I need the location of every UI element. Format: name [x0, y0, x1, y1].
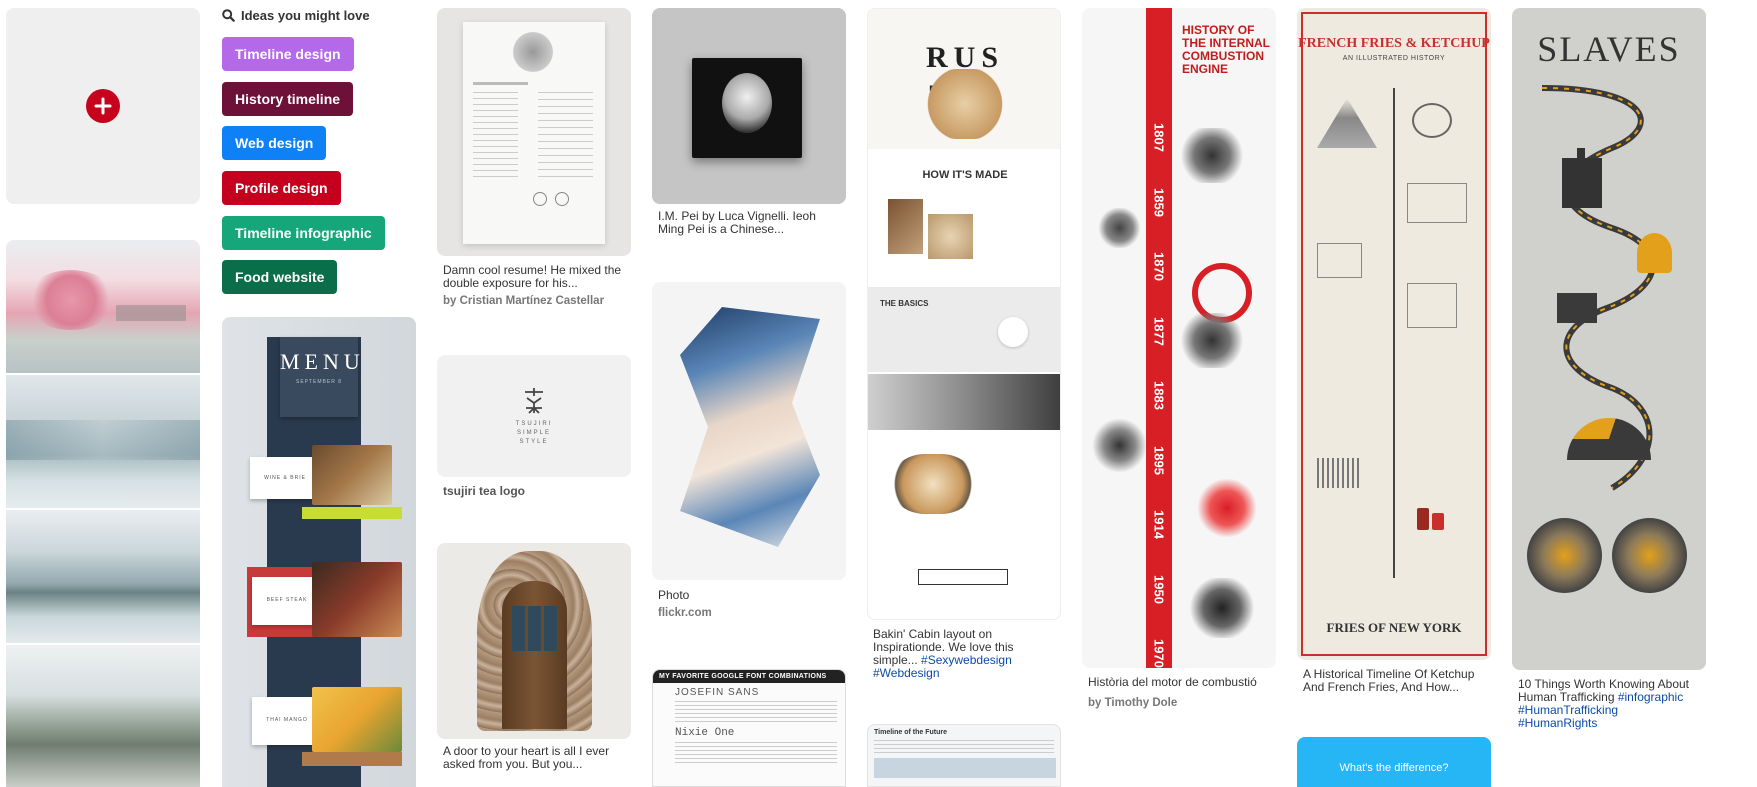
door-pin-title[interactable]: A door to your heart is all I ever asked…: [443, 745, 623, 771]
chip-web-design[interactable]: Web design: [222, 126, 327, 160]
engine-year: 1877: [1151, 316, 1167, 346]
photo-pin-title[interactable]: Photo: [658, 589, 689, 602]
add-pin-card[interactable]: [6, 8, 200, 204]
trafficking-pin-title[interactable]: 10 Things Worth Knowing About Human Traf…: [1518, 678, 1700, 730]
engine-year: 1859: [1151, 187, 1167, 217]
chip-history-timeline[interactable]: History timeline: [222, 82, 354, 116]
engine-heading: HISTORY OF THE INTERNAL COMBUSTION ENGIN…: [1182, 23, 1270, 76]
impei-pin-title[interactable]: I.M. Pei by Luca Vignelli. Ieoh Ming Pei…: [658, 210, 838, 236]
engine-year: 1807: [1151, 123, 1167, 152]
search-icon: [222, 9, 235, 22]
resume-pin-source[interactable]: by Cristian Martínez Castellar: [443, 295, 604, 307]
human-trafficking-pin[interactable]: SLAVES: [1512, 8, 1706, 670]
fonts-header: MY FAVORITE GOOGLE FONT COMBINATIONS: [653, 670, 845, 683]
tea-logo-icon: [525, 387, 543, 414]
engine-year: 1950: [1151, 574, 1167, 604]
chip-timeline-infographic[interactable]: Timeline infographic: [222, 216, 385, 250]
slaves-heading: SLAVES: [1537, 29, 1681, 69]
engine-years: 1807 1859 1870 1877 1883 1895 1914 1950 …: [1146, 123, 1172, 668]
bakin-cabin-title[interactable]: Bakin' Cabin layout on Inspirationde. We…: [873, 628, 1055, 680]
ketchup-fries-pin[interactable]: FRENCH FRIES & KETCHUP AN ILLUSTRATED HI…: [1297, 8, 1491, 660]
bakin-section-2: THE BASICS: [880, 299, 929, 308]
pin-grid: Ideas you might love Timeline design His…: [0, 0, 1757, 787]
photo-pin[interactable]: [652, 282, 846, 580]
menu-item-wine: WINE & BRIE: [264, 475, 306, 481]
fonts-item-1: JOSEFIN SANS: [675, 687, 760, 698]
ideas-label: Ideas you might love: [241, 8, 370, 23]
plus-icon[interactable]: [86, 89, 120, 123]
ketchup-heading: FRENCH FRIES & KETCHUP: [1298, 36, 1490, 51]
font-combinations-pin[interactable]: MY FAVORITE GOOGLE FONT COMBINATIONS JOS…: [652, 669, 846, 787]
menu-subtitle: SEPTEMBER 8: [295, 379, 342, 385]
photo-pin-source[interactable]: flickr.com: [658, 607, 712, 619]
menu-title: MENU: [280, 349, 365, 374]
resume-pin[interactable]: [437, 8, 631, 256]
ideas-heading: Ideas you might love: [222, 8, 370, 23]
chip-timeline-design[interactable]: Timeline design: [222, 37, 354, 71]
ketchup-footer: FRIES OF NEW YORK: [1326, 620, 1462, 635]
difference-pin[interactable]: What's the difference?: [1297, 737, 1491, 787]
menu-pin[interactable]: MENU SEPTEMBER 8 WINE & BRIE BEEF STEAK …: [222, 317, 416, 787]
fonts-item-2: Nixie One: [675, 727, 735, 739]
engine-year: 1870: [1151, 252, 1167, 281]
tsujiri-logo-text: TSUJIRI SIMPLE STYLE: [515, 420, 553, 445]
ketchup-subheading: AN ILLUSTRATED HISTORY: [1342, 55, 1446, 62]
engine-year: 1895: [1151, 445, 1167, 475]
engine-year: 1883: [1151, 381, 1167, 410]
engine-pin-source[interactable]: by Timothy Dole: [1088, 697, 1177, 709]
engine-pin-title[interactable]: Història del motor de combustió: [1088, 676, 1270, 689]
engine-year: 1914: [1151, 510, 1167, 539]
timeline-future-pin[interactable]: Timeline of the Future: [867, 724, 1061, 787]
bakin-cabin-pin[interactable]: RUS TIC HOW IT'S MADE THE BASICS: [867, 8, 1061, 620]
tsujiri-pin[interactable]: TSUJIRI SIMPLE STYLE: [437, 355, 631, 477]
impei-pin[interactable]: [652, 8, 846, 204]
timeline-future-title: Timeline of the Future: [874, 729, 947, 736]
chip-food-website[interactable]: Food website: [222, 260, 338, 294]
chip-profile-design[interactable]: Profile design: [222, 171, 341, 205]
ketchup-pin-title[interactable]: A Historical Timeline Of Ketchup And Fre…: [1303, 668, 1485, 694]
tsujiri-pin-title[interactable]: tsujiri tea logo: [443, 485, 525, 498]
door-pin[interactable]: [437, 543, 631, 739]
resume-pin-title[interactable]: Damn cool resume! He mixed the double ex…: [443, 264, 623, 290]
engine-year: 1970: [1151, 639, 1167, 668]
engine-history-pin[interactable]: HISTORY OF THE INTERNAL COMBUSTION ENGIN…: [1082, 8, 1276, 668]
landscape-painting-pin[interactable]: [6, 240, 200, 787]
difference-title: What's the difference?: [1339, 762, 1449, 774]
bakin-section-1: HOW IT'S MADE: [922, 169, 1008, 181]
